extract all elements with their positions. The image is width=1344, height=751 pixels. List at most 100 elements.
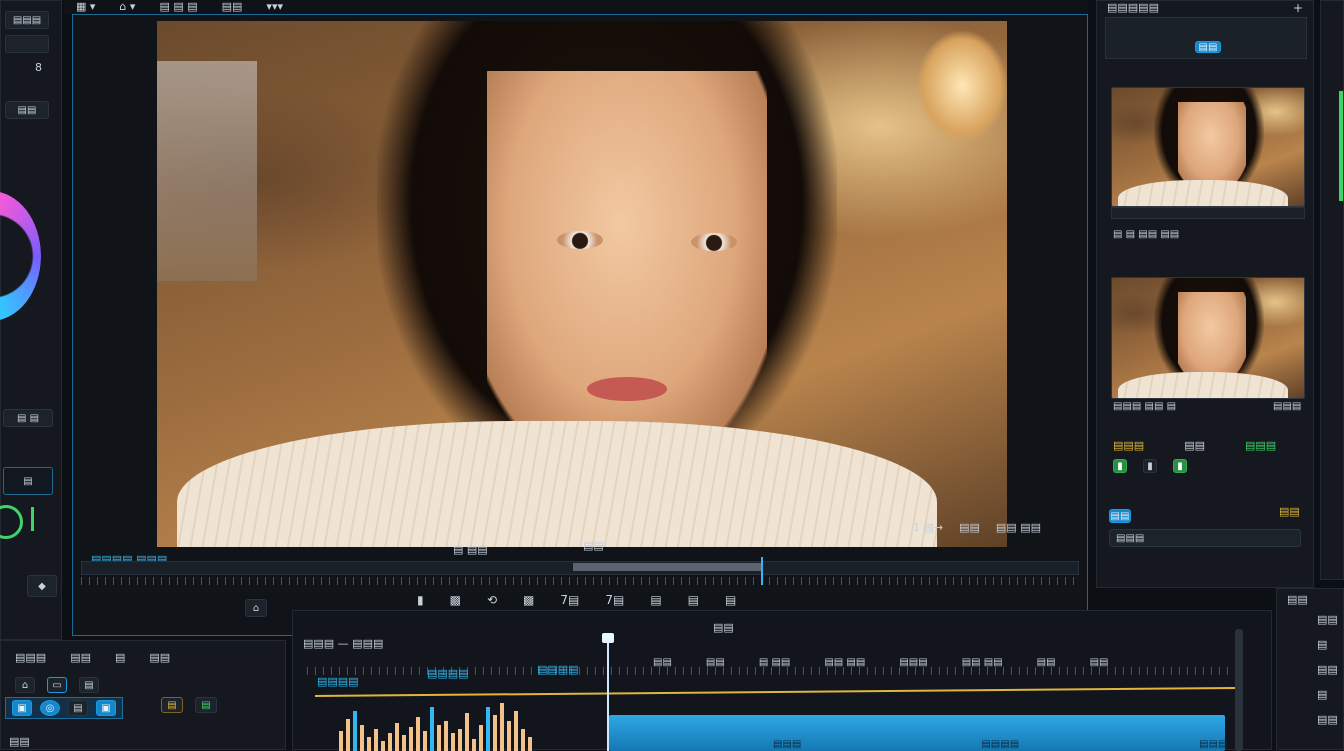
marker-3[interactable]: ▤ ▤▤ — [759, 657, 791, 668]
loop-icon[interactable]: ⟲ — [487, 593, 497, 607]
left-field[interactable] — [5, 35, 49, 53]
far-right-value-2: ▤ — [1317, 638, 1328, 651]
timeline-playhead-handle[interactable] — [602, 633, 614, 643]
tool-box-icon[interactable]: ▣ — [12, 700, 32, 716]
far-right-value-3: ▤▤ — [1317, 663, 1338, 676]
clip-label-2-right: ▤▤▤ — [1273, 401, 1302, 412]
green-ring-icon[interactable] — [0, 505, 23, 539]
audio-waveform[interactable] — [339, 695, 607, 751]
left-button[interactable]: ▤▤ — [5, 101, 49, 119]
frame-icon[interactable]: ▩ — [523, 593, 534, 607]
toolbar-item-4[interactable]: ▤▤ — [222, 0, 243, 13]
meta-mid: ▤▤ — [1184, 439, 1205, 452]
bottom-label-1: ▤▤▤ — [773, 739, 802, 750]
transport-controls: ▮ ▩ ⟲ ▩ 7▤ 7▤ ▤ ▤ ▤ — [417, 593, 736, 607]
control-toggle-2[interactable]: ▮ — [1143, 459, 1157, 473]
bottom-left-header: ▤▤▤ ▤▤ ▤ ▤▤ — [15, 651, 170, 664]
bottom-left-footer: ▤▤ — [9, 735, 30, 748]
toolbar-item-5[interactable]: ▾▾▾ — [266, 0, 283, 13]
level-meter — [1339, 91, 1343, 201]
settings-icon[interactable]: ▤ — [725, 593, 736, 607]
control-toggle-3[interactable]: ▮ — [1173, 459, 1187, 473]
far-right-header: ▤▤ — [1287, 593, 1308, 606]
bottom-left-icons-3: ▤ ▤ — [161, 697, 217, 713]
tool-select-icon[interactable]: ▣ — [96, 700, 116, 716]
marker-5[interactable]: ▤▤▤ — [899, 657, 927, 668]
tool-home-icon[interactable]: ⌂ — [15, 677, 35, 693]
bottom-left-tab-3[interactable]: ▤ — [115, 651, 125, 664]
timecode-mid: ▤▤ — [583, 539, 604, 552]
marker-8[interactable]: ▤▤ — [1090, 657, 1109, 668]
tool-yellow-icon[interactable]: ▤ — [161, 697, 183, 713]
right-bottom-button[interactable]: ▤▤ — [1109, 509, 1131, 523]
stop-icon[interactable]: ▩ — [450, 593, 461, 607]
right-top-button[interactable]: ▤▤ — [1195, 41, 1221, 53]
bottom-left-icons-2: ▣ ◎ ▤ ▣ — [5, 697, 123, 719]
bottom-left-tab-2[interactable]: ▤▤ — [70, 651, 91, 664]
marker-2[interactable]: ▤▤ — [706, 657, 725, 668]
timeline-center-label: ▤▤ — [713, 621, 734, 634]
video-frame[interactable] — [157, 21, 1007, 547]
scrub-range — [573, 563, 761, 571]
bottom-left-panel: ▤▤▤ ▤▤ ▤ ▤▤ ⌂ ▭ ▤ ▣ ◎ ▤ ▣ ▤ ▤ ▤▤ — [0, 640, 286, 750]
track-label-2: ▤▤▤▤ — [427, 667, 469, 680]
bottom-left-title: ▤▤▤ — [15, 651, 47, 664]
viewer-panel: 1 ▤→ ▤▤ ▤▤ ▤▤ ▤▤▤▤ ▤▤▤ ▤ ▤▤ ▤▤ ▮ ▩ ⟲ ▩ 7… — [72, 14, 1088, 636]
bottom-left-tab-4[interactable]: ▤▤ — [149, 651, 170, 664]
tool-rect-icon[interactable]: ▭ — [47, 677, 67, 693]
tool-green-icon[interactable]: ▤ — [195, 697, 217, 713]
far-right-panel: ▤▤ ▤▤ ▤ ▤▤ ▤ ▤▤ — [1276, 588, 1344, 750]
right-bottom-right: ▤▤ — [1279, 505, 1300, 518]
meta-left: ▤▤▤ — [1113, 439, 1145, 452]
marker-6[interactable]: ▤▤ ▤▤ — [962, 657, 1003, 668]
color-wheel[interactable] — [0, 191, 41, 321]
tool-list-icon[interactable]: ▤ — [79, 677, 99, 693]
mark-in-icon[interactable]: ▮ — [417, 593, 424, 607]
step-forward-icon[interactable]: 7▤ — [605, 593, 624, 607]
step-back-icon[interactable]: 7▤ — [560, 593, 579, 607]
tool-grid-icon[interactable]: ▤ — [68, 700, 88, 716]
diamond-button[interactable]: ◆ — [27, 575, 57, 597]
marker-1[interactable]: ▤▤ — [653, 657, 672, 668]
green-bar-icon — [31, 507, 34, 531]
bottom-left-icons-1: ⌂ ▭ ▤ — [15, 677, 99, 693]
marker-4[interactable]: ▤▤ ▤▤ — [824, 657, 865, 668]
viewer-control-3[interactable]: ▤▤ ▤▤ — [996, 521, 1041, 534]
add-icon[interactable]: + — [1293, 1, 1303, 15]
right-bottom-field[interactable]: ▤▤▤ — [1109, 529, 1301, 547]
clip-thumbnail-1[interactable] — [1111, 87, 1305, 207]
bottom-label-3: ▤▤▤ — [1199, 739, 1228, 750]
timeline-scrollbar[interactable] — [1235, 629, 1243, 751]
far-right-value-5: ▤▤ — [1317, 713, 1338, 726]
right-panel: ▤▤▤▤▤ + ▤▤ ▤ ▤ ▤▤ ▤▤ ▤▤▤ ▤▤ ▤ ▤▤▤ ▤▤▤ ▤▤… — [1096, 0, 1314, 588]
export-icon[interactable]: ▤ — [688, 593, 699, 607]
lamp-glow — [917, 31, 1007, 141]
scrub-ruler — [81, 577, 1077, 585]
control-toggle-1[interactable]: ▮ — [1113, 459, 1127, 473]
viewer-control-1[interactable]: 1 ▤→ — [913, 521, 943, 534]
viewer-control-2[interactable]: ▤▤ — [959, 521, 980, 534]
clip-meta-row: ▤▤▤ ▤▤ ▤▤▤ — [1113, 439, 1276, 452]
subject-lips — [587, 377, 667, 401]
clip-icon[interactable]: ▤ — [650, 593, 661, 607]
viewer-home-button[interactable]: ⌂ — [245, 599, 267, 617]
subject-eyes — [557, 231, 737, 251]
left-bottom-field[interactable]: ▤ ▤ — [3, 409, 53, 427]
playhead[interactable] — [761, 557, 763, 585]
toolbar-item-1[interactable]: ▦ ▾ — [76, 0, 95, 13]
clip-label-1: ▤ ▤ ▤▤ ▤▤ — [1113, 229, 1180, 240]
far-right-value-1: ▤▤ — [1317, 613, 1338, 626]
viewer-label-mid: ▤ ▤▤ — [453, 543, 488, 556]
timeline-markers: ▤▤ ▤▤ ▤ ▤▤ ▤▤ ▤▤ ▤▤▤ ▤▤ ▤▤ ▤▤ ▤▤ — [653, 657, 1108, 668]
toolbar-item-3[interactable]: ▤ ▤ ▤ — [159, 0, 197, 13]
tool-target-icon[interactable]: ◎ — [40, 700, 60, 716]
toolbar-item-2[interactable]: ⌂ ▾ — [119, 0, 135, 13]
far-right-value-4: ▤ — [1317, 688, 1328, 701]
bottom-label-2: ▤▤▤▤ — [981, 739, 1020, 750]
left-header-button[interactable]: ▤▤▤ — [5, 11, 49, 29]
marker-7[interactable]: ▤▤ — [1037, 657, 1056, 668]
timeline-panel: ▤▤▤ — ▤▤▤ ▤▤ ▤▤ ▤▤ ▤ ▤▤ ▤▤ ▤▤ ▤▤▤ ▤▤ ▤▤ … — [292, 610, 1272, 751]
clip-thumbnail-2[interactable] — [1111, 277, 1305, 399]
left-bottom-field-2[interactable]: ▤ — [3, 467, 53, 495]
meta-right: ▤▤▤ — [1244, 439, 1277, 452]
